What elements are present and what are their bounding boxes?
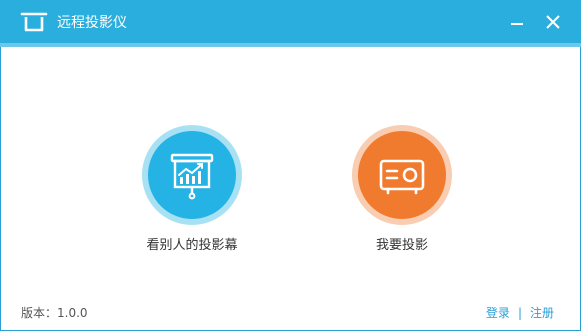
link-separator: | (517, 306, 522, 320)
login-link[interactable]: 登录 (486, 306, 510, 320)
close-button[interactable] (539, 8, 567, 36)
window-title: 远程投影仪 (57, 15, 127, 31)
version-text: 版本：1.0.0 (21, 306, 88, 320)
projector-screen-icon (20, 11, 48, 33)
main-panel: 看别人的投影幕 我要投影 版本：1.0.0 登录 | 注册 (1, 47, 580, 330)
minimize-button[interactable] (503, 8, 531, 36)
title-bar[interactable]: 远程投影仪 (0, 0, 581, 46)
view-others-button[interactable] (142, 125, 242, 225)
register-link[interactable]: 注册 (530, 306, 554, 320)
view-others-label[interactable]: 看别人的投影幕 (112, 237, 272, 255)
presentation-chart-icon (170, 153, 214, 200)
projector-icon (379, 159, 425, 195)
minimize-icon (511, 23, 523, 25)
app-window: 远程投影仪 看别人的投影幕 我要投影 版本：1.0.0 登录 | 注册 (0, 0, 581, 331)
close-icon (546, 15, 560, 29)
project-button[interactable] (352, 125, 452, 225)
project-label[interactable]: 我要投影 (322, 237, 482, 255)
auth-links: 登录 | 注册 (486, 305, 554, 321)
